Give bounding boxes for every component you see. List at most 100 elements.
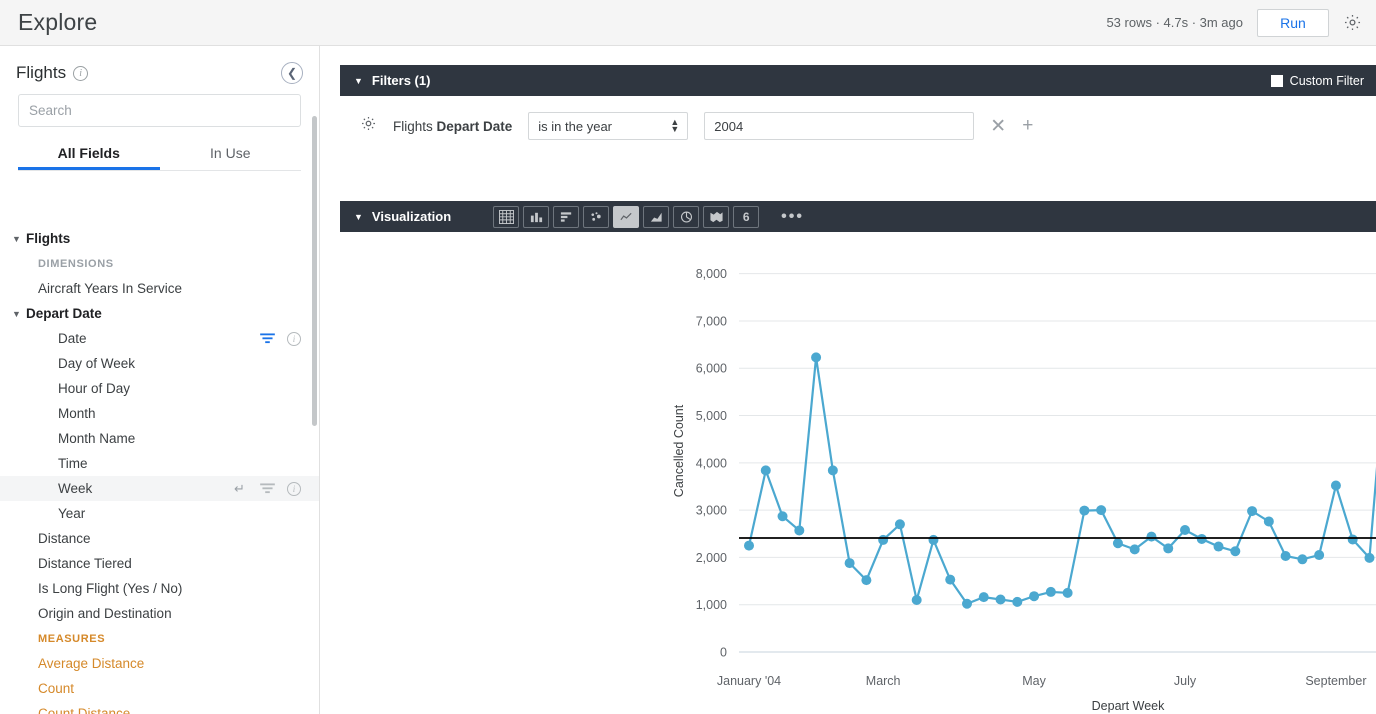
field-item-month[interactable]: Month xyxy=(0,401,319,426)
field-item-date[interactable]: Date i xyxy=(0,326,319,351)
data-point[interactable] xyxy=(1096,505,1107,516)
data-point[interactable] xyxy=(1230,546,1241,557)
data-point[interactable] xyxy=(962,598,972,609)
data-point[interactable] xyxy=(1347,534,1358,545)
data-point[interactable] xyxy=(878,534,889,545)
data-point[interactable] xyxy=(760,465,771,476)
data-point[interactable] xyxy=(827,465,838,476)
run-button[interactable]: Run xyxy=(1257,8,1329,37)
field-item-is-long-flight-yes-no[interactable]: Is Long Flight (Yes / No) xyxy=(0,576,319,601)
y-tick-label: 0 xyxy=(720,646,727,660)
column-chart-icon[interactable] xyxy=(523,205,550,228)
field-label: Is Long Flight (Yes / No) xyxy=(38,581,183,596)
data-point[interactable] xyxy=(844,558,855,569)
data-point[interactable] xyxy=(1079,505,1090,516)
data-point[interactable] xyxy=(911,594,922,605)
data-point[interactable] xyxy=(1045,586,1056,597)
data-point[interactable] xyxy=(945,574,956,585)
data-point[interactable] xyxy=(1280,550,1291,561)
field-item-distance-tiered[interactable]: Distance Tiered xyxy=(0,551,319,576)
gear-icon[interactable] xyxy=(1343,13,1362,32)
sidebar-scrollbar[interactable] xyxy=(312,116,317,426)
table-chart-icon[interactable] xyxy=(493,205,520,228)
data-point[interactable] xyxy=(1196,533,1207,544)
field-item-average-distance[interactable]: Average Distance xyxy=(0,651,319,676)
map-chart-icon[interactable] xyxy=(703,205,730,228)
more-options-icon[interactable]: ••• xyxy=(781,208,804,226)
field-label: MEASURES xyxy=(38,632,106,645)
data-point[interactable] xyxy=(744,540,754,551)
triangle-down-icon[interactable]: ▼ xyxy=(12,309,26,319)
field-item-distance[interactable]: Distance xyxy=(0,526,319,551)
field-item-depart-date[interactable]: ▼ Depart Date xyxy=(0,301,319,326)
close-icon[interactable]: ✕ xyxy=(990,115,1006,138)
visualization-bar[interactable]: ▼ Visualization 6 ••• xyxy=(340,201,1376,232)
plus-icon[interactable]: + xyxy=(1022,115,1033,137)
field-item-hour-of-day[interactable]: Hour of Day xyxy=(0,376,319,401)
data-point[interactable] xyxy=(1263,516,1274,527)
field-label: Year xyxy=(58,506,86,521)
tab-all-fields[interactable]: All Fields xyxy=(18,145,160,170)
filter-value-input[interactable] xyxy=(704,112,975,140)
triangle-down-icon[interactable]: ▼ xyxy=(12,234,26,244)
info-icon[interactable]: i xyxy=(287,331,301,346)
gear-icon[interactable] xyxy=(360,115,377,137)
data-point[interactable] xyxy=(894,519,905,530)
data-point[interactable] xyxy=(928,534,939,545)
data-point[interactable] xyxy=(1314,550,1325,561)
y-tick-label: 8,000 xyxy=(696,267,727,281)
bar-chart-icon[interactable] xyxy=(553,205,580,228)
data-point[interactable] xyxy=(1163,543,1174,554)
data-point[interactable] xyxy=(995,594,1006,605)
custom-filter-label: Custom Filter xyxy=(1289,73,1364,88)
chevron-left-icon[interactable]: ❮ xyxy=(281,62,303,84)
filter-field-label: Flights Depart Date xyxy=(393,118,513,134)
single-value-icon[interactable]: 6 xyxy=(733,205,760,228)
data-point[interactable] xyxy=(1112,538,1123,549)
field-item-time[interactable]: Time xyxy=(0,451,319,476)
data-point[interactable] xyxy=(777,511,788,522)
field-item-count[interactable]: Count xyxy=(0,676,319,701)
info-icon[interactable]: i xyxy=(73,65,89,81)
data-point[interactable] xyxy=(861,575,872,586)
data-point[interactable] xyxy=(1029,591,1040,602)
field-item-week[interactable]: Week ↵ i xyxy=(0,476,319,501)
area-chart-icon[interactable] xyxy=(643,205,670,228)
checkbox-icon[interactable] xyxy=(1270,74,1283,87)
tab-in-use[interactable]: In Use xyxy=(160,145,302,170)
data-point[interactable] xyxy=(978,592,989,603)
field-item-origin-and-destination[interactable]: Origin and Destination xyxy=(0,601,319,626)
data-point[interactable] xyxy=(1247,506,1258,517)
data-point[interactable] xyxy=(1062,587,1073,598)
filter-operator-select[interactable]: is in the year ▲ ▼ xyxy=(528,112,689,140)
filters-bar[interactable]: ▼ Filters (1) Custom Filter xyxy=(340,65,1376,96)
field-item-year[interactable]: Year xyxy=(0,501,319,526)
data-point[interactable] xyxy=(1330,480,1341,491)
line-chart-icon[interactable] xyxy=(613,205,640,228)
x-tick-label: September xyxy=(1305,674,1366,688)
scatter-chart-icon[interactable] xyxy=(583,205,610,228)
data-point[interactable] xyxy=(1297,554,1308,565)
pivot-icon[interactable]: ↵ xyxy=(234,481,248,496)
data-point[interactable] xyxy=(1012,596,1023,607)
data-point[interactable] xyxy=(811,352,822,363)
field-item-flights[interactable]: ▼ Flights xyxy=(0,226,319,251)
data-point[interactable] xyxy=(1129,544,1140,555)
field-item-month-name[interactable]: Month Name xyxy=(0,426,319,451)
field-item-aircraft-years-in-service[interactable]: Aircraft Years In Service xyxy=(0,276,319,301)
data-point[interactable] xyxy=(1364,552,1375,563)
info-icon[interactable]: i xyxy=(287,481,301,496)
x-axis-title: Depart Week xyxy=(1092,699,1165,713)
visualization-title: Visualization xyxy=(371,209,452,224)
data-point[interactable] xyxy=(1180,524,1190,535)
data-point[interactable] xyxy=(794,525,805,536)
pie-chart-icon[interactable] xyxy=(673,205,700,228)
data-point[interactable] xyxy=(1146,531,1157,542)
field-item-count-distance[interactable]: Count Distance xyxy=(0,701,319,714)
field-item-day-of-week[interactable]: Day of Week xyxy=(0,351,319,376)
field-label: Month xyxy=(58,406,96,421)
search-input[interactable] xyxy=(18,94,301,127)
custom-filter-toggle[interactable]: Custom Filter xyxy=(1270,73,1376,88)
data-point[interactable] xyxy=(1213,541,1224,552)
line-chart: 0 1,000 2,000 3,000 4,000 5,000 6,000 7,000 8,00… xyxy=(672,267,1376,713)
